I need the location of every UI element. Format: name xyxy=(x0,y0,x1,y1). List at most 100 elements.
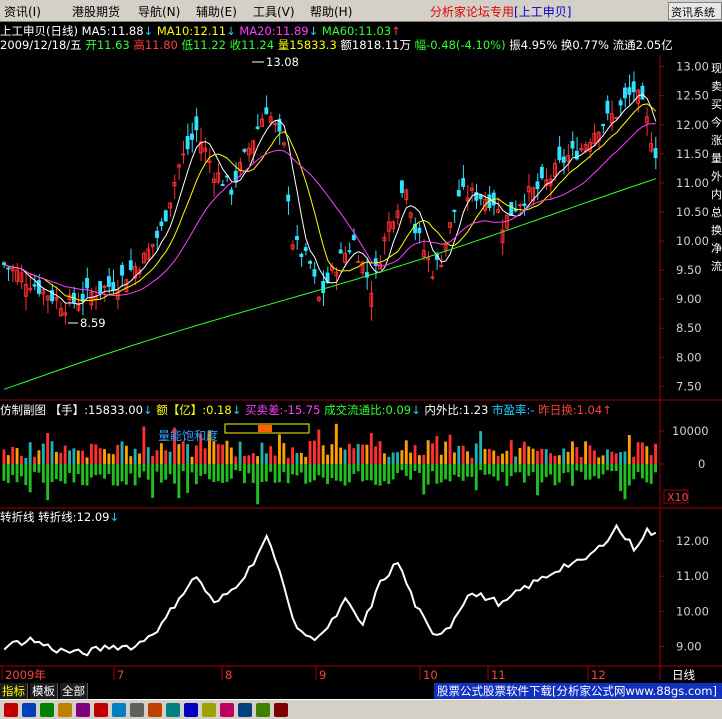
info-system-button[interactable]: 资讯系统 xyxy=(668,2,722,20)
vol-pe: 市盈率:- xyxy=(492,403,535,417)
right-side-label: 涨 xyxy=(711,134,722,147)
quote-volume: 量15833.3 xyxy=(277,38,337,52)
volume-bar xyxy=(212,441,216,464)
toolbar-icon[interactable] xyxy=(112,703,126,717)
menu-help[interactable]: 帮助(H) xyxy=(310,3,352,20)
quote-turnover: 换0.77% xyxy=(560,38,609,52)
volume-down-bar xyxy=(138,464,141,478)
volume-down-bar xyxy=(435,464,439,484)
volume-bar xyxy=(85,457,89,464)
right-side-label: 买 xyxy=(711,98,722,111)
volume-down-bar xyxy=(400,464,404,471)
toolbar-icon[interactable] xyxy=(130,703,144,717)
toolbar-icon[interactable] xyxy=(238,703,252,717)
volume-down-bar xyxy=(159,464,163,483)
volume-down-bar xyxy=(614,464,618,471)
volume-down-bar xyxy=(382,464,386,482)
stock-tag: [上工申贝] xyxy=(514,5,572,19)
menu-tools[interactable]: 工具(V) xyxy=(253,3,295,20)
toolbar-icon[interactable] xyxy=(184,703,198,717)
arrow-down-icon: ↓ xyxy=(411,403,421,417)
volume-bar xyxy=(544,449,548,464)
volume-bar xyxy=(374,446,378,464)
volume-down-bar xyxy=(610,464,614,472)
toolbar-icon[interactable] xyxy=(202,703,216,717)
volume-down-bar xyxy=(522,464,526,483)
volume-bar xyxy=(225,440,229,464)
volume-bar xyxy=(496,455,500,464)
date-label: 10 xyxy=(423,668,438,682)
chart-canvas[interactable]: 13.08 8.59 13.00 12.50 12.00 11.50 11.00 10.50… xyxy=(0,0,722,719)
volume-down-bar xyxy=(286,464,290,484)
price-tick-label: 9.50 xyxy=(676,263,702,277)
candle-body xyxy=(163,210,168,222)
volume-down-bar xyxy=(243,464,246,484)
volume-bar xyxy=(619,452,623,464)
volume-down-bar xyxy=(234,464,238,471)
candle-body xyxy=(338,249,343,254)
volume-down-bar xyxy=(352,464,356,474)
volume-down-bar xyxy=(116,464,120,486)
volume-bar xyxy=(89,443,93,464)
footer-ad-link[interactable]: 股票公式股票软件下载[分析家公式网www.88gs.com] xyxy=(434,683,722,699)
candle-body xyxy=(85,277,89,289)
volume-down-bar xyxy=(6,464,10,484)
volume-down-bar xyxy=(531,464,535,473)
candle-body xyxy=(539,166,544,179)
volume-bar xyxy=(247,455,251,464)
volume-down-bar xyxy=(452,464,456,475)
volume-down-bar xyxy=(391,464,395,480)
volume-down-bar xyxy=(339,464,343,482)
toolbar-icon[interactable] xyxy=(4,703,18,717)
volume-down-bar xyxy=(487,464,491,475)
volume-down-bar xyxy=(238,464,242,472)
toolbar-icon[interactable] xyxy=(166,703,180,717)
toolbar-icon[interactable] xyxy=(148,703,162,717)
menu-info[interactable]: 资讯(I) xyxy=(4,3,41,20)
volume-bar xyxy=(404,440,408,464)
toolbar-icon[interactable] xyxy=(220,703,234,717)
volume-bar xyxy=(601,455,605,464)
volume-bar xyxy=(326,454,329,464)
volume-down-bar xyxy=(627,464,631,486)
right-side-label: 流 xyxy=(711,260,722,273)
arrow-down-icon: ↓ xyxy=(109,510,120,524)
toolbar-icon[interactable] xyxy=(256,703,270,717)
low-price-label: 8.59 xyxy=(80,316,106,330)
toolbar-icon[interactable] xyxy=(22,703,36,717)
volume-bar xyxy=(431,443,434,464)
menu-bar: 资讯(I) 港股期货 导航(N) 辅助(E) 工具(V) 帮助(H) 分析家论坛… xyxy=(0,0,722,22)
volume-bar xyxy=(177,444,181,464)
candle-body xyxy=(623,87,627,99)
toolbar-icon[interactable] xyxy=(76,703,90,717)
price-tick-label: 8.50 xyxy=(676,321,702,335)
toolbar-icon[interactable] xyxy=(274,703,288,717)
volume-down-bar xyxy=(107,464,111,475)
quote-line: 2009/12/18/五 开11.63 高11.80 低11.22 收11.24… xyxy=(0,37,673,53)
tab-template[interactable]: 模板 xyxy=(30,683,58,699)
indicator-tick-label: 12.00 xyxy=(676,534,709,548)
volume-bar xyxy=(308,441,312,464)
candle-body xyxy=(522,203,527,207)
candle-body xyxy=(321,281,326,294)
vol-in-out-ratio: 内外比:1.23 xyxy=(424,403,489,417)
toolbar-icon[interactable] xyxy=(40,703,54,717)
candle-body xyxy=(181,153,186,156)
volume-down-bar xyxy=(404,464,408,476)
menu-assist[interactable]: 辅助(E) xyxy=(196,3,237,20)
arrow-down-icon: ↓ xyxy=(143,24,154,38)
vol-amount: 额【亿】:0.18 xyxy=(156,403,232,417)
volume-down-bar xyxy=(260,464,264,483)
toolbar-icon[interactable] xyxy=(58,703,72,717)
tab-all[interactable]: 全部 xyxy=(60,683,88,699)
toolbar-icon[interactable] xyxy=(94,703,108,717)
volume-bar xyxy=(479,431,483,464)
tab-indicator[interactable]: 指标 xyxy=(0,683,28,699)
menu-navigate[interactable]: 导航(N) xyxy=(138,3,180,20)
right-side-panel: 现卖买今涨量外内总换净流 xyxy=(711,60,722,276)
period-label[interactable]: 日线 xyxy=(672,667,695,683)
menu-hk-futures[interactable]: 港股期货 xyxy=(72,3,120,20)
volume-bar xyxy=(487,448,491,464)
volume-bar xyxy=(321,445,325,464)
candle-body xyxy=(561,156,566,163)
